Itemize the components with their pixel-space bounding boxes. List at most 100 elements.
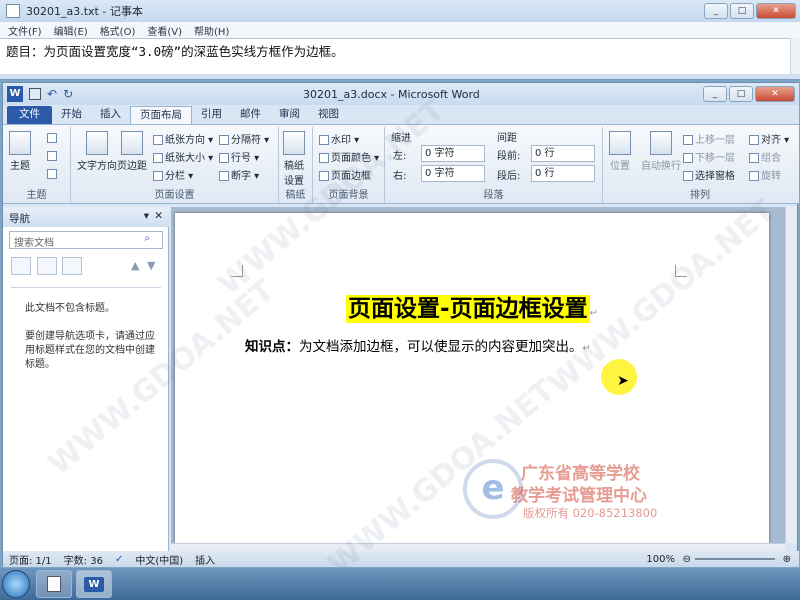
nav-search-input[interactable]: 搜索文档 ⌕ [9, 231, 163, 249]
word-close-button[interactable]: ✕ [755, 86, 795, 102]
status-page[interactable]: 页面: 1/1 [9, 552, 52, 567]
group-objects-button[interactable]: 组合 [749, 149, 781, 164]
watermark-button[interactable]: 水印 ▾ [319, 131, 359, 146]
tab-references[interactable]: 引用 [192, 106, 231, 124]
nav-tab-pages[interactable] [36, 257, 57, 275]
proofing-icon[interactable]: ✓ [115, 554, 123, 565]
selection-pane-icon [683, 171, 693, 181]
zoom-in-icon[interactable]: ⊕ [783, 554, 791, 565]
status-mode[interactable]: 插入 [195, 552, 215, 567]
zoom-slider[interactable] [695, 558, 775, 560]
taskbar-notepad[interactable] [36, 570, 72, 598]
selection-pane-button[interactable]: 选择窗格 [683, 167, 735, 182]
nav-view-tabs: ▲ ▼ [11, 257, 161, 277]
search-icon[interactable]: ⌕ [144, 233, 150, 244]
menu-view[interactable]: 查看(V) [147, 23, 182, 38]
page-color-icon [319, 153, 329, 163]
orientation-button[interactable]: 纸张方向 ▾ [153, 131, 213, 146]
undo-icon[interactable]: ↶ [47, 87, 57, 101]
tab-view[interactable]: 视图 [309, 106, 348, 124]
close-button[interactable]: ✕ [756, 3, 796, 19]
menu-help[interactable]: 帮助(H) [194, 23, 229, 38]
spacing-after-input[interactable]: 0 行 [531, 165, 595, 182]
group-page-setup: 文字方向 页边距 纸张方向 ▾ 纸张大小 ▾ 分栏 ▾ 分隔符 ▾ 行号 ▾ 断… [71, 127, 279, 203]
bring-forward-icon [683, 135, 693, 145]
tab-mailings[interactable]: 邮件 [231, 106, 270, 124]
save-icon[interactable] [29, 88, 41, 100]
hyphenation-button[interactable]: 断字 ▾ [219, 167, 259, 182]
word-minimize-button[interactable]: _ [703, 86, 727, 102]
text-direction-button[interactable]: 文字方向 [77, 131, 117, 172]
redo-icon[interactable]: ↻ [63, 87, 73, 101]
knowledge-point[interactable]: 知识点：为文档添加边框，可以使显示的内容更加突出。↵ [245, 335, 591, 355]
menu-file[interactable]: 文件(F) [8, 23, 42, 38]
nav-tab-results[interactable] [62, 257, 82, 275]
word-app-icon: W [7, 86, 23, 102]
notepad-task-icon [47, 576, 61, 592]
menu-edit[interactable]: 编辑(E) [54, 23, 88, 38]
line-numbers-button[interactable]: 行号 ▾ [219, 149, 259, 164]
zoom-out-icon[interactable]: ⊖ [683, 554, 691, 565]
group-themes: 主题 主题 [3, 127, 71, 203]
vertical-scrollbar[interactable] [785, 207, 797, 543]
nav-close-icon[interactable]: ✕ [154, 210, 163, 222]
themes-button[interactable]: 主题 [9, 131, 31, 172]
notepad-text-area[interactable]: 题目：为页面设置宽度“3.0磅”的深蓝色实线方框作为边框。 [0, 38, 790, 74]
group-label-arrange: 排列 [690, 190, 710, 201]
theme-colors-icon[interactable] [47, 133, 57, 143]
status-zoom[interactable]: 100% [646, 554, 675, 565]
manuscript-icon [283, 131, 305, 155]
nav-options-icon[interactable]: ▾ [144, 210, 149, 222]
mouse-pointer-icon: ➤ [617, 373, 629, 389]
status-language[interactable]: 中文(中国) [135, 552, 183, 567]
word-titlebar[interactable]: W ↶ ↻ 30201_a3.docx - Microsoft Word _ □… [3, 83, 799, 105]
knowledge-point-text: 为文档添加边框，可以使显示的内容更加突出。 [299, 339, 583, 355]
notepad-icon [6, 4, 20, 18]
nav-title: 导航 [9, 213, 30, 225]
nav-prev-icon[interactable]: ▲ [131, 259, 139, 272]
manuscript-settings-button[interactable]: 稿纸 设置 [283, 131, 305, 187]
tab-insert[interactable]: 插入 [91, 106, 130, 124]
minimize-button[interactable]: _ [704, 3, 728, 19]
notepad-titlebar[interactable]: 30201_a3.txt - 记事本 _ □ ✕ [0, 0, 800, 22]
position-button[interactable]: 位置 [609, 131, 631, 172]
wrap-text-icon [650, 131, 672, 155]
bring-forward-button[interactable]: 上移一层 [683, 131, 735, 146]
status-words[interactable]: 字数: 36 [64, 552, 103, 567]
group-label-themes: 主题 [26, 190, 47, 201]
columns-icon [153, 171, 163, 181]
size-button[interactable]: 纸张大小 ▾ [153, 149, 213, 164]
spacing-before-input[interactable]: 0 行 [531, 145, 595, 162]
notepad-scrollbar[interactable] [790, 38, 800, 74]
rotate-button[interactable]: 旋转 [749, 167, 781, 182]
wrap-text-button[interactable]: 自动换行 [641, 131, 681, 172]
status-bar: 页面: 1/1 字数: 36 ✓ 中文(中国) 插入 100% ⊖ ⊕ [3, 551, 799, 567]
taskbar-word[interactable]: W [76, 570, 112, 598]
notepad-title: 30201_a3.txt - 记事本 [26, 5, 143, 18]
breaks-button[interactable]: 分隔符 ▾ [219, 131, 269, 146]
indent-right-label: 右: [393, 171, 407, 182]
start-button[interactable] [2, 570, 30, 598]
tab-home[interactable]: 开始 [52, 106, 91, 124]
align-button[interactable]: 对齐 ▾ [749, 131, 789, 146]
send-backward-button[interactable]: 下移一层 [683, 149, 735, 164]
word-maximize-button[interactable]: □ [729, 86, 753, 102]
theme-fonts-icon[interactable] [47, 151, 57, 161]
tab-page-layout[interactable]: 页面布局 [130, 106, 192, 124]
columns-button[interactable]: 分栏 ▾ [153, 167, 193, 182]
tab-review[interactable]: 审阅 [270, 106, 309, 124]
theme-effects-icon[interactable] [47, 169, 57, 179]
send-backward-icon [683, 153, 693, 163]
indent-right-input[interactable]: 0 字符 [421, 165, 485, 182]
knowledge-point-label: 知识点： [245, 339, 299, 355]
nav-tab-headings[interactable] [11, 257, 31, 275]
breaks-icon [219, 135, 229, 145]
indent-left-input[interactable]: 0 字符 [421, 145, 485, 162]
menu-format[interactable]: 格式(O) [100, 23, 136, 38]
tab-file[interactable]: 文件 [7, 106, 52, 124]
margins-button[interactable]: 页边距 [117, 131, 147, 172]
maximize-button[interactable]: □ [730, 3, 754, 19]
horizontal-scrollbar[interactable] [171, 543, 785, 551]
spacing-after-label: 段后: [497, 171, 521, 182]
nav-next-icon[interactable]: ▼ [147, 259, 155, 272]
